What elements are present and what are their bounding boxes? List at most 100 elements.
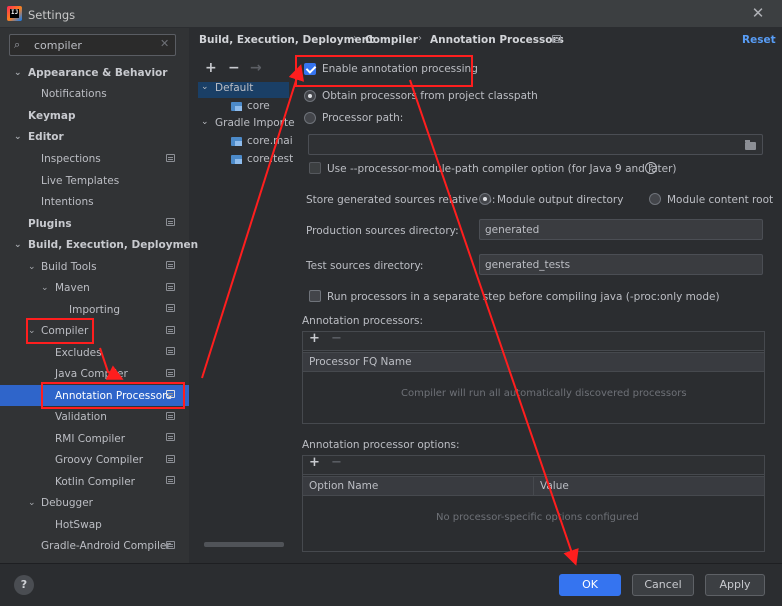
enable-annotation-processing-label: Enable annotation processing xyxy=(322,63,478,75)
project-settings-icon xyxy=(166,369,175,377)
page-title: Annotation Processors xyxy=(430,34,564,46)
sidebar-item-groovy-compiler[interactable]: Groovy Compiler xyxy=(55,450,143,470)
sidebar-item-inspections[interactable]: Inspections xyxy=(41,149,101,169)
sidebar-item-hotswap[interactable]: HotSwap xyxy=(55,515,102,535)
project-settings-icon xyxy=(166,283,175,291)
project-settings-icon xyxy=(166,541,175,549)
option-name-column-header[interactable]: Option Name xyxy=(302,476,534,496)
reset-link[interactable]: Reset xyxy=(742,34,776,46)
module-output-directory-radio[interactable] xyxy=(479,193,491,205)
sidebar-item-live-templates[interactable]: Live Templates xyxy=(41,171,119,191)
apply-button[interactable]: Apply xyxy=(705,574,765,596)
sidebar-item-java-compiler[interactable]: Java Compiler xyxy=(55,364,128,384)
clear-search-icon[interactable]: ✕ xyxy=(160,37,169,50)
separate-step-label: Run processors in a separate step before… xyxy=(327,291,720,303)
obtain-from-classpath-label: Obtain processors from project classpath xyxy=(322,90,538,102)
tree-item-core-main[interactable]: core.mai xyxy=(247,135,293,147)
window-title: Settings xyxy=(28,8,76,22)
module-content-root-radio[interactable] xyxy=(649,193,661,205)
sidebar-item-rmi-compiler[interactable]: RMI Compiler xyxy=(55,429,125,449)
move-profile-button[interactable]: → xyxy=(250,60,262,76)
project-settings-icon xyxy=(166,455,175,463)
store-generated-label: Store generated sources relative to: xyxy=(306,194,496,206)
processors-empty-text: Compiler will run all automatically disc… xyxy=(401,388,687,399)
breadcrumb-separator: › xyxy=(353,33,357,44)
chevron-down-icon: ⌄ xyxy=(41,283,49,293)
sidebar-item-keymap[interactable]: Keymap xyxy=(28,106,75,126)
sidebar-item-validation[interactable]: Validation xyxy=(55,407,107,427)
remove-option-button[interactable]: − xyxy=(331,455,342,470)
sidebar-item-annotation-processors[interactable]: Annotation Processors xyxy=(55,386,172,406)
module-content-root-label: Module content root xyxy=(667,194,774,206)
processor-path-input[interactable] xyxy=(308,134,763,155)
search-input[interactable] xyxy=(34,36,154,54)
add-profile-button[interactable]: + xyxy=(205,60,217,76)
processors-toolbar xyxy=(302,331,765,350)
project-settings-icon xyxy=(166,261,175,269)
sidebar-item-plugins[interactable]: Plugins xyxy=(28,214,72,234)
production-sources-input[interactable] xyxy=(479,219,763,240)
module-icon xyxy=(231,102,242,111)
chevron-down-icon: ⌄ xyxy=(201,117,209,127)
tree-item-core-test[interactable]: core.test xyxy=(247,153,293,165)
processors-column-header[interactable]: Processor FQ Name xyxy=(302,352,765,372)
horizontal-scrollbar[interactable] xyxy=(204,542,284,547)
cancel-button[interactable]: Cancel xyxy=(632,574,694,596)
test-sources-label: Test sources directory: xyxy=(306,260,424,272)
sidebar-item-notifications[interactable]: Notifications xyxy=(41,84,107,104)
help-icon[interactable]: ? xyxy=(645,162,657,174)
search-icon: ⌕ xyxy=(14,38,21,51)
folder-icon[interactable] xyxy=(745,140,756,150)
help-button[interactable]: ? xyxy=(14,575,34,595)
module-path-label: Use --processor-module-path compiler opt… xyxy=(327,163,677,175)
options-empty-text: No processor-specific options configured xyxy=(436,512,639,523)
enable-annotation-processing-checkbox[interactable] xyxy=(304,63,316,75)
project-settings-icon xyxy=(166,390,175,398)
module-icon xyxy=(231,137,242,146)
module-icon xyxy=(231,155,242,164)
project-settings-icon xyxy=(166,304,175,312)
separate-step-checkbox[interactable] xyxy=(309,290,321,302)
breadcrumb-item: Compiler xyxy=(365,34,418,46)
breadcrumb-item: Build, Execution, Deployment xyxy=(199,34,375,46)
project-settings-icon xyxy=(166,433,175,441)
module-path-checkbox[interactable] xyxy=(309,162,321,174)
sidebar-item-gradle-android-compiler[interactable]: Gradle-Android Compiler xyxy=(41,536,171,556)
module-output-directory-label: Module output directory xyxy=(497,194,624,206)
add-option-button[interactable]: + xyxy=(309,455,320,470)
test-sources-input[interactable] xyxy=(479,254,763,275)
chevron-down-icon: ⌄ xyxy=(14,68,22,78)
chevron-down-icon: ⌄ xyxy=(14,240,22,250)
chevron-down-icon: ⌄ xyxy=(14,132,22,142)
remove-profile-button[interactable]: − xyxy=(228,60,240,76)
project-settings-icon xyxy=(166,326,175,334)
ok-button[interactable]: OK xyxy=(559,574,621,596)
sidebar-item-kotlin-compiler[interactable]: Kotlin Compiler xyxy=(55,472,135,492)
chevron-down-icon: ⌄ xyxy=(201,82,209,92)
add-processor-button[interactable]: + xyxy=(309,331,320,346)
project-settings-icon xyxy=(166,154,175,162)
sidebar-item-importing[interactable]: Importing xyxy=(69,300,120,320)
processor-options-label: Annotation processor options: xyxy=(302,439,460,451)
option-value-column-header[interactable]: Value xyxy=(533,476,765,496)
obtain-from-classpath-radio[interactable] xyxy=(304,90,316,102)
sidebar-item-intentions[interactable]: Intentions xyxy=(41,192,94,212)
chevron-down-icon: ⌄ xyxy=(28,326,36,336)
remove-processor-button[interactable]: − xyxy=(331,331,342,346)
project-settings-icon xyxy=(166,218,175,226)
production-sources-label: Production sources directory: xyxy=(306,225,459,237)
intellij-logo-icon: IJ xyxy=(7,6,22,21)
sidebar-item-excludes[interactable]: Excludes xyxy=(55,343,102,363)
annotation-processors-label: Annotation processors: xyxy=(302,315,424,327)
project-settings-icon xyxy=(166,347,175,355)
breadcrumb-separator: › xyxy=(418,33,422,44)
close-icon[interactable]: ✕ xyxy=(751,5,765,21)
options-toolbar xyxy=(302,455,765,474)
processor-path-label: Processor path: xyxy=(322,112,404,124)
title-bar xyxy=(0,0,782,28)
processor-path-radio[interactable] xyxy=(304,112,316,124)
tree-item-core[interactable]: core xyxy=(247,100,270,112)
chevron-down-icon: ⌄ xyxy=(28,498,36,508)
project-settings-icon xyxy=(166,412,175,420)
module-profile-panel xyxy=(198,57,289,550)
